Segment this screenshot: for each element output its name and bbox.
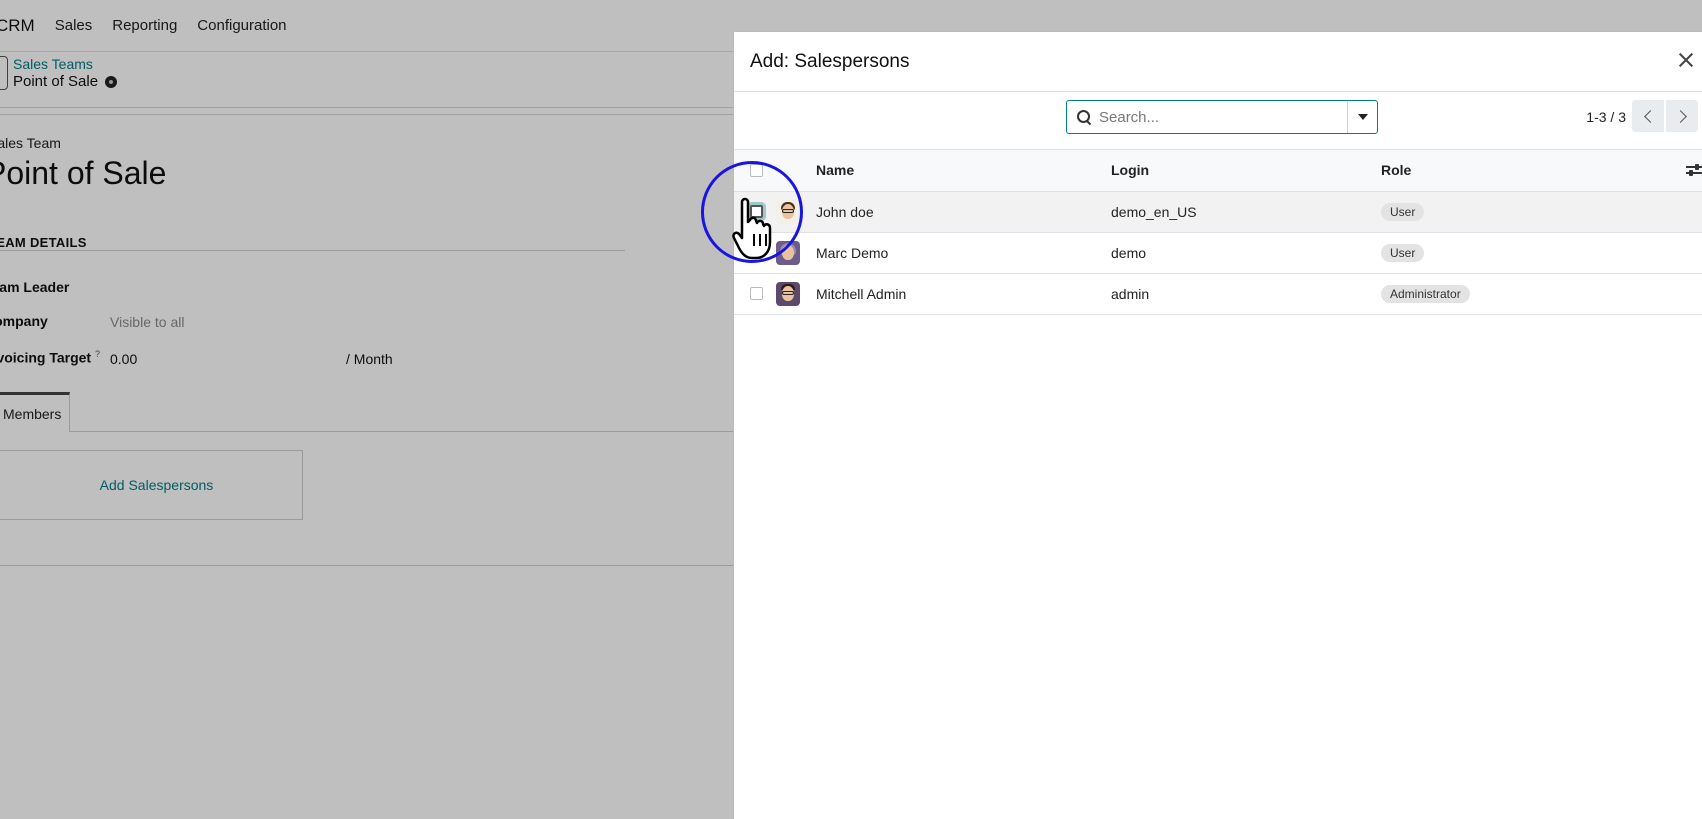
row-role-cell: User <box>1381 191 1702 232</box>
column-header-role[interactable]: Role <box>1381 150 1702 191</box>
row-login[interactable]: demo_en_US <box>1111 191 1381 232</box>
close-icon[interactable] <box>1672 46 1700 74</box>
row-checkbox[interactable] <box>750 246 763 259</box>
dialog-toolbar: 1-3 / 3 <box>734 92 1702 150</box>
optional-columns-icon[interactable] <box>1686 163 1702 177</box>
row-select-cell <box>734 232 764 273</box>
add-salespersons-dialog: Add: Salespersons 1-3 / 3 Name Login <box>733 31 1702 819</box>
search-input[interactable] <box>1099 102 1347 132</box>
search-icon <box>1077 110 1091 124</box>
row-name[interactable]: Mitchell Admin <box>816 273 1111 314</box>
avatar-marc-demo <box>776 240 800 265</box>
role-badge: User <box>1381 202 1425 221</box>
pager-value[interactable]: 1-3 / 3 <box>1586 109 1626 125</box>
avatar-column-header <box>764 150 816 191</box>
search-bar <box>1066 100 1378 134</box>
row-role-cell: Administrator <box>1381 273 1702 314</box>
avatar-cell <box>764 191 816 232</box>
row-name[interactable]: John doe <box>816 191 1111 232</box>
avatar-john-doe <box>776 199 800 224</box>
avatar-mitchell-admin <box>776 281 800 306</box>
column-header-role-label: Role <box>1381 162 1412 179</box>
row-login[interactable]: demo <box>1111 232 1381 273</box>
select-all-checkbox[interactable] <box>750 163 763 177</box>
dialog-header: Add: Salespersons <box>734 32 1702 92</box>
role-badge: Administrator <box>1381 284 1470 303</box>
search-options-toggle[interactable] <box>1347 101 1377 133</box>
avatar-cell <box>764 232 816 273</box>
row-role-cell: User <box>1381 232 1702 273</box>
row-select-cell <box>734 191 764 232</box>
column-header-name[interactable]: Name <box>816 150 1111 191</box>
pager-next-button[interactable] <box>1666 100 1698 132</box>
table-row[interactable]: John doe demo_en_US User <box>734 191 1702 232</box>
select-all-cell <box>734 150 764 191</box>
caret-down-icon <box>1357 114 1368 120</box>
column-header-login[interactable]: Login <box>1111 150 1381 191</box>
role-badge: User <box>1381 243 1425 262</box>
row-select-cell <box>734 273 764 314</box>
avatar-cell <box>764 273 816 314</box>
row-name[interactable]: Marc Demo <box>816 232 1111 273</box>
pager-previous-button[interactable] <box>1632 100 1664 132</box>
chevron-left-icon <box>1643 109 1657 123</box>
row-login[interactable]: admin <box>1111 273 1381 314</box>
row-checkbox[interactable] <box>750 287 763 300</box>
salespersons-table: Name Login Role John doe demo_en_US User <box>734 150 1702 315</box>
row-checkbox[interactable] <box>750 205 763 218</box>
chevron-right-icon <box>1673 109 1687 123</box>
dialog-title: Add: Salespersons <box>750 51 910 72</box>
table-row[interactable]: Marc Demo demo User <box>734 232 1702 273</box>
table-header-row: Name Login Role <box>734 150 1702 191</box>
table-row[interactable]: Mitchell Admin admin Administrator <box>734 273 1702 314</box>
